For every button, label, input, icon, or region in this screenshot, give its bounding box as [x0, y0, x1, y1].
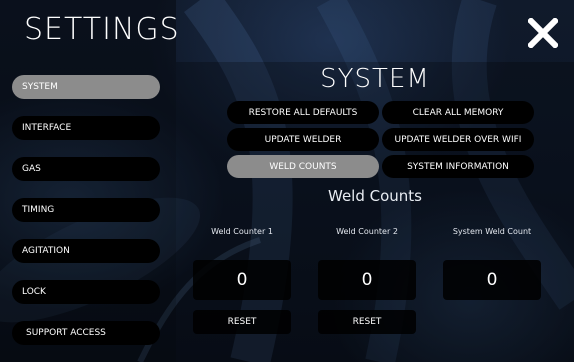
section-title: SYSTEM	[320, 64, 430, 94]
weld-counter-2-label: Weld Counter 2	[336, 227, 398, 236]
button-label: UPDATE WELDER OVER WIFI	[394, 134, 522, 145]
sidebar-item-system[interactable]: SYSTEM	[12, 75, 160, 99]
sidebar-item-gas[interactable]: GAS	[12, 157, 160, 181]
button-label: UPDATE WELDER	[264, 134, 342, 145]
button-label: CLEAR ALL MEMORY	[412, 107, 504, 118]
close-button[interactable]	[522, 12, 564, 54]
weld-counts-button[interactable]: WELD COUNTS	[227, 155, 379, 178]
sidebar-item-agitation[interactable]: AGITATION	[12, 239, 160, 263]
button-label: RESTORE ALL DEFAULTS	[248, 107, 358, 118]
sidebar-item-label: GAS	[22, 164, 41, 174]
weld-counter-2-value: 0	[318, 260, 416, 300]
button-label: WELD COUNTS	[269, 161, 337, 172]
system-weld-count-label: System Weld Count	[452, 227, 532, 236]
update-welder-wifi-button[interactable]: UPDATE WELDER OVER WIFI	[382, 128, 534, 151]
clear-memory-button[interactable]: CLEAR ALL MEMORY	[382, 101, 534, 124]
close-icon	[528, 18, 558, 48]
system-weld-count-value: 0	[443, 260, 541, 300]
sidebar-item-interface[interactable]: INTERFACE	[12, 116, 160, 140]
sidebar-item-label: LOCK	[22, 287, 46, 297]
weld-counter-1-value: 0	[193, 260, 291, 300]
sidebar-panel	[0, 0, 176, 362]
sidebar-item-label: TIMING	[22, 205, 55, 215]
reset-counter-2-button[interactable]: RESET	[318, 310, 416, 334]
sidebar-item-support-access[interactable]: SUPPORT ACCESS	[12, 321, 160, 345]
button-label: RESET	[227, 317, 257, 327]
weld-counts-heading: Weld Counts	[328, 187, 422, 205]
weld-counter-1-label: Weld Counter 1	[211, 227, 273, 236]
sidebar-item-label: INTERFACE	[22, 123, 72, 133]
system-information-button[interactable]: SYSTEM INFORMATION	[382, 155, 534, 178]
reset-counter-1-button[interactable]: RESET	[193, 310, 291, 334]
sidebar-item-label: SUPPORT ACCESS	[26, 328, 106, 338]
sidebar-item-label: SYSTEM	[22, 82, 58, 92]
sidebar-item-timing[interactable]: TIMING	[12, 198, 160, 222]
sidebar-item-lock[interactable]: LOCK	[12, 280, 160, 304]
button-label: RESET	[352, 317, 382, 327]
update-welder-button[interactable]: UPDATE WELDER	[227, 128, 379, 151]
restore-defaults-button[interactable]: RESTORE ALL DEFAULTS	[227, 101, 379, 124]
page-title: SETTINGS	[24, 12, 180, 47]
sidebar-item-label: AGITATION	[22, 246, 70, 256]
button-label: SYSTEM INFORMATION	[407, 161, 509, 172]
